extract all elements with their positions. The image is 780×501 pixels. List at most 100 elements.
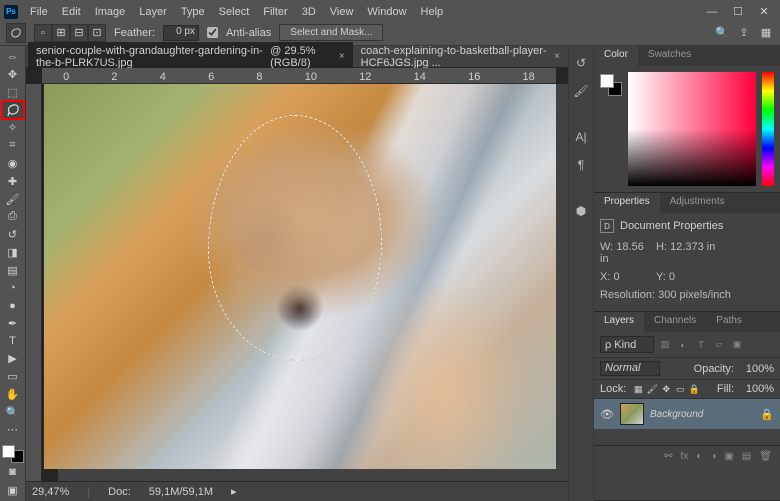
arrange-docs-icon[interactable]: ▦ — [758, 25, 774, 41]
lock-all-icon[interactable]: 🔒 — [688, 384, 700, 395]
canvas-viewport[interactable] — [42, 84, 568, 481]
new-layer-icon[interactable]: ▤ — [742, 451, 751, 462]
trash-icon[interactable]: 🗑 — [759, 451, 772, 462]
hue-slider[interactable] — [762, 72, 774, 186]
ruler-vertical[interactable] — [26, 84, 42, 481]
select-and-mask-button[interactable]: Select and Mask... — [279, 24, 383, 41]
brush-preset-icon[interactable]: 🖌 — [572, 82, 590, 100]
spot-heal-tool[interactable]: ✚ — [2, 172, 24, 190]
screen-mode-toggle[interactable]: ▣ — [2, 481, 24, 499]
status-zoom[interactable]: 29,47% — [32, 486, 69, 498]
tab-color[interactable]: Color — [594, 46, 638, 66]
color-fg-bg-swatch[interactable] — [600, 74, 622, 96]
eraser-tool[interactable]: ◨ — [2, 243, 24, 261]
3d-icon[interactable]: ⬢ — [572, 202, 590, 220]
search-icon[interactable]: 🔍 — [714, 25, 730, 41]
filter-pixel-icon[interactable]: ▧ — [658, 338, 672, 352]
dodge-tool[interactable]: ● — [2, 297, 24, 315]
rect-marquee-tool[interactable]: ⬚ — [2, 84, 24, 102]
color-field[interactable] — [628, 72, 756, 186]
selection-intersect[interactable]: ⊡ — [88, 24, 106, 42]
gradient-tool[interactable]: ▤ — [2, 261, 24, 279]
menu-layer[interactable]: Layer — [133, 4, 173, 20]
menu-help[interactable]: Help — [415, 4, 450, 20]
lasso-tool[interactable] — [2, 101, 24, 119]
filter-shape-icon[interactable]: ▱ — [712, 338, 726, 352]
lock-transparency-icon[interactable]: ▦ — [632, 384, 644, 395]
fill-value[interactable]: 100% — [740, 383, 774, 395]
selection-add[interactable]: ⊞ — [52, 24, 70, 42]
blend-mode-select[interactable]: Normal — [600, 361, 660, 376]
lock-artboard-icon[interactable]: ▭ — [674, 384, 686, 395]
filter-smart-icon[interactable]: ▣ — [730, 338, 744, 352]
history-icon[interactable]: ↺ — [572, 54, 590, 72]
adjustment-icon[interactable]: ◑ — [710, 451, 716, 462]
frame-grab-icon[interactable]: ⇔ — [2, 48, 24, 66]
type-tool[interactable]: T — [2, 332, 24, 350]
feather-input[interactable]: 0 px — [163, 25, 199, 41]
blur-tool[interactable]: ◔ — [2, 279, 24, 297]
move-tool[interactable]: ✥ — [2, 66, 24, 84]
character-icon[interactable]: A| — [572, 128, 590, 146]
tab-layers[interactable]: Layers — [594, 312, 644, 332]
scrollbar-horizontal[interactable] — [58, 469, 568, 481]
window-minimize[interactable]: — — [700, 6, 724, 18]
current-tool-icon[interactable] — [6, 23, 26, 43]
opacity-value[interactable]: 100% — [740, 363, 774, 375]
paragraph-icon[interactable]: ¶ — [572, 156, 590, 174]
quick-mask-toggle[interactable]: ◙ — [2, 463, 24, 481]
close-icon[interactable]: × — [339, 51, 345, 62]
menu-image[interactable]: Image — [89, 4, 132, 20]
tab-paths[interactable]: Paths — [706, 312, 752, 332]
menu-file[interactable]: File — [24, 4, 54, 20]
close-icon[interactable]: × — [554, 51, 560, 62]
menu-filter[interactable]: Filter — [257, 4, 293, 20]
eyedropper-tool[interactable]: ◉ — [2, 155, 24, 173]
menu-window[interactable]: Window — [361, 4, 412, 20]
crop-tool[interactable]: ⌗ — [2, 137, 24, 155]
rectangle-tool[interactable]: ▭ — [2, 368, 24, 386]
antialias-checkbox[interactable] — [207, 27, 218, 38]
tab-adjustments[interactable]: Adjustments — [660, 193, 735, 213]
magic-wand-tool[interactable]: ✧ — [2, 119, 24, 137]
filter-type-icon[interactable]: T — [694, 338, 708, 352]
color-swatch[interactable] — [2, 445, 24, 464]
filter-adjust-icon[interactable]: ◐ — [676, 338, 690, 352]
hand-tool[interactable]: ✋ — [2, 386, 24, 404]
pen-tool[interactable]: ✒ — [2, 314, 24, 332]
layer-filter-kind[interactable]: ρKind — [600, 336, 654, 353]
menu-select[interactable]: Select — [213, 4, 256, 20]
layer-thumbnail[interactable] — [620, 403, 644, 425]
window-maximize[interactable]: ☐ — [726, 5, 750, 18]
layer-row[interactable]: 👁 Background 🔒 — [594, 399, 780, 429]
status-chevron-icon[interactable]: ▸ — [231, 485, 237, 498]
selection-new[interactable]: ▫ — [34, 24, 52, 42]
scrollbar-vertical[interactable] — [556, 84, 568, 469]
tab-swatches[interactable]: Swatches — [638, 46, 701, 66]
menu-view[interactable]: View — [324, 4, 360, 20]
fx-icon[interactable]: fx — [681, 451, 689, 462]
menu-edit[interactable]: Edit — [56, 4, 87, 20]
document-tab[interactable]: coach-explaining-to-basketball-player-HC… — [353, 42, 568, 72]
zoom-tool[interactable]: 🔍 — [2, 403, 24, 421]
menu-3d[interactable]: 3D — [296, 4, 322, 20]
visibility-icon[interactable]: 👁 — [600, 408, 614, 421]
tab-properties[interactable]: Properties — [594, 193, 660, 213]
lock-position-icon[interactable]: ✥ — [660, 384, 672, 395]
layer-name[interactable]: Background — [650, 409, 754, 420]
link-layers-icon[interactable]: ⚯ — [664, 451, 672, 462]
clone-stamp-tool[interactable]: ⎙ — [2, 208, 24, 226]
ruler-horizontal[interactable]: 0 2 4 6 8 10 12 14 16 18 — [42, 68, 556, 84]
document-tab[interactable]: senior-couple-with-grandaughter-gardenin… — [28, 42, 353, 72]
selection-subtract[interactable]: ⊟ — [70, 24, 88, 42]
tab-channels[interactable]: Channels — [644, 312, 706, 332]
workspace-share-icon[interactable]: ⇪ — [736, 25, 752, 41]
window-close[interactable]: ✕ — [752, 5, 776, 18]
path-select-tool[interactable]: ▶ — [2, 350, 24, 368]
brush-tool[interactable]: 🖌 — [2, 190, 24, 208]
menu-type[interactable]: Type — [175, 4, 211, 20]
history-brush-tool[interactable]: ↺ — [2, 226, 24, 244]
group-icon[interactable]: ▣ — [724, 451, 733, 462]
edit-toolbar[interactable]: ⋯ — [2, 421, 24, 439]
lock-pixels-icon[interactable]: 🖌 — [646, 384, 658, 395]
